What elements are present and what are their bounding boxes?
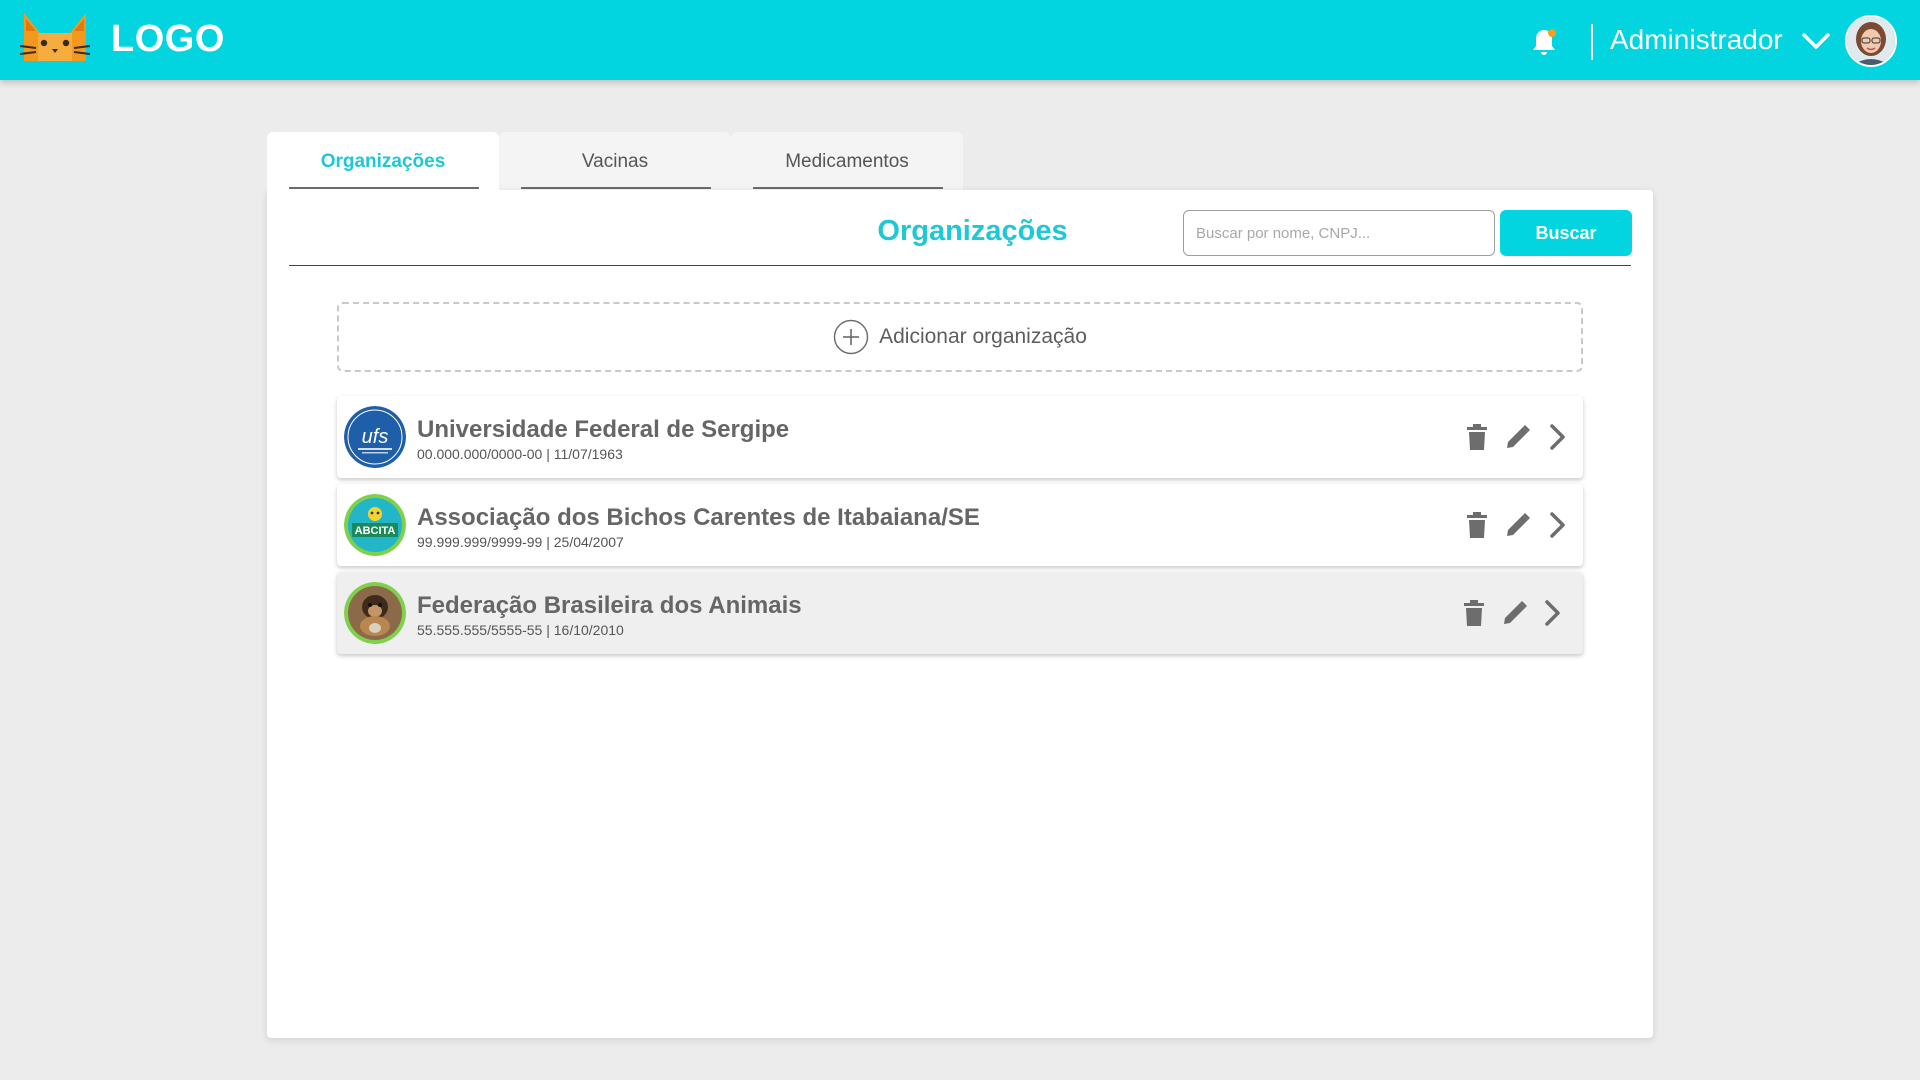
- tab-label: Medicamentos: [785, 151, 909, 172]
- tab-label: Organizações: [320, 151, 446, 172]
- pencil-icon[interactable]: [1503, 422, 1533, 452]
- tab-vacinas[interactable]: Vacinas: [499, 132, 731, 198]
- logo-text[interactable]: LOGO: [111, 18, 225, 61]
- plus-circle-icon: [833, 319, 869, 355]
- organization-meta: 55.555.555/5555-55 | 16/10/2010: [417, 622, 624, 638]
- chevron-right-icon[interactable]: [1538, 598, 1568, 628]
- tab-underline: [753, 187, 943, 189]
- title-divider: [289, 265, 1631, 266]
- organization-photo: [344, 582, 406, 644]
- tab-medicamentos[interactable]: Medicamentos: [731, 132, 963, 198]
- search-input[interactable]: [1183, 210, 1495, 256]
- organization-meta: 99.999.999/9999-99 | 25/04/2007: [417, 534, 624, 550]
- organization-name: Universidade Federal de Sergipe: [417, 416, 790, 443]
- abcita-logo: ABCITA: [344, 494, 406, 556]
- chevron-right-icon[interactable]: [1543, 510, 1573, 540]
- avatar[interactable]: [1845, 15, 1897, 67]
- trash-icon[interactable]: [1462, 510, 1492, 540]
- pencil-icon[interactable]: [1500, 598, 1530, 628]
- chevron-down-icon[interactable]: [1801, 29, 1831, 53]
- tab-underline: [289, 187, 479, 189]
- organization-row[interactable]: Federação Brasileira dos Animais 55.555.…: [337, 572, 1583, 654]
- header-divider: [1591, 24, 1593, 60]
- abcita-logo-text: ABCITA: [355, 525, 396, 537]
- chevron-right-icon[interactable]: [1543, 422, 1573, 452]
- ufs-logo-text: ufs: [362, 426, 389, 448]
- organization-row[interactable]: ufs Universidade Federal de Sergipe 00.0…: [337, 396, 1583, 478]
- pencil-icon[interactable]: [1503, 510, 1533, 540]
- organization-name: Federação Brasileira dos Animais: [417, 592, 802, 619]
- trash-icon[interactable]: [1459, 598, 1489, 628]
- organization-row[interactable]: ABCITA Associação dos Bichos Carentes de…: [337, 484, 1583, 566]
- tab-underline: [521, 187, 711, 189]
- add-organization-label: Adicionar organização: [879, 325, 1087, 348]
- main-panel: Organizações Buscar Adicionar organizaçã…: [267, 190, 1653, 1038]
- organization-name: Associação dos Bichos Carentes de Itabai…: [417, 504, 980, 531]
- user-name[interactable]: Administrador: [1610, 24, 1783, 56]
- tab-organizacoes[interactable]: Organizações: [267, 132, 499, 202]
- search-button[interactable]: Buscar: [1500, 210, 1632, 256]
- cat-logo-icon[interactable]: [20, 11, 90, 69]
- organization-meta: 00.000.000/0000-00 | 11/07/1963: [417, 446, 623, 462]
- add-organization-button[interactable]: Adicionar organização: [337, 302, 1583, 372]
- top-header: LOGO Administrador: [0, 0, 1920, 80]
- ufs-logo: ufs: [344, 406, 406, 468]
- bell-icon[interactable]: [1528, 26, 1560, 58]
- tab-label: Vacinas: [581, 151, 649, 172]
- trash-icon[interactable]: [1462, 422, 1492, 452]
